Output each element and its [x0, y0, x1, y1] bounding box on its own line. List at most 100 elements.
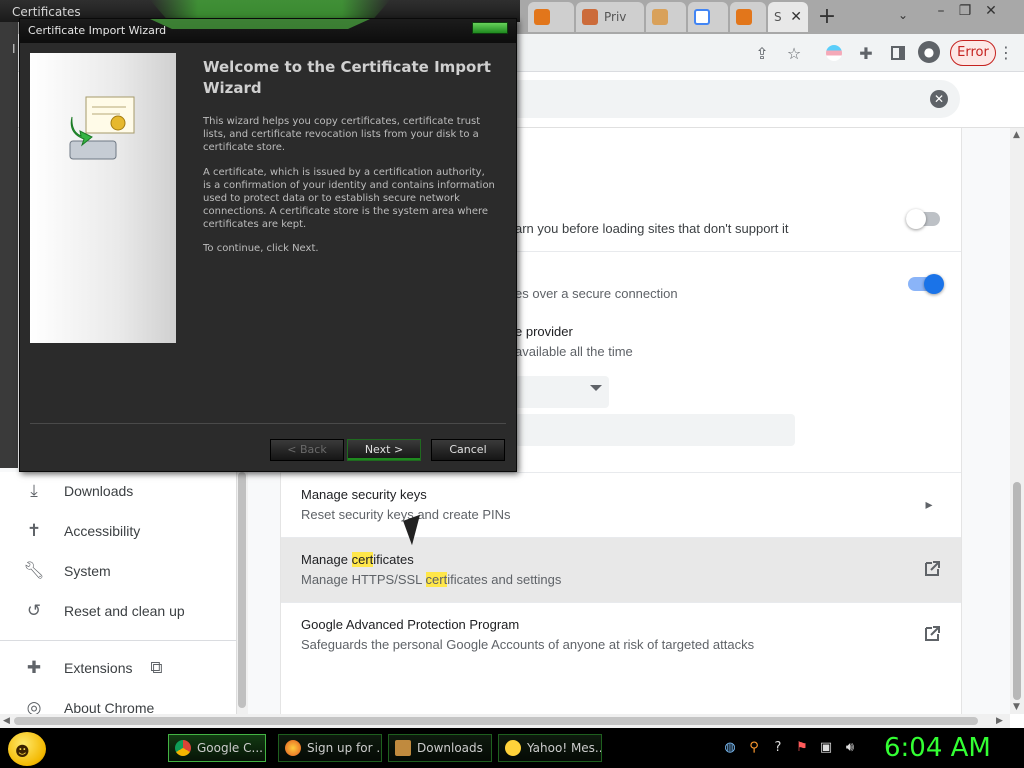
sidebar-item-system[interactable]: 🔧︎ System — [23, 559, 110, 583]
restore-icon: ↺ — [26, 601, 42, 620]
wizard-heading: Welcome to the Certificate Import Wizard — [203, 58, 491, 97]
secure-dns-toggle[interactable] — [908, 274, 944, 294]
secure-dns-description: es over a secure connection — [515, 286, 678, 301]
sidebar-divider — [0, 640, 236, 641]
taskbar-item-label: Google C... — [197, 741, 263, 755]
chevron-down-icon — [590, 385, 602, 391]
firefox-icon — [285, 740, 301, 756]
volume-icon[interactable]: 🔊︎ — [842, 740, 858, 756]
sidebar-item-label: Extensions — [64, 660, 133, 676]
taskbar-item-label: Sign up for ... — [307, 741, 382, 755]
sidebar-item-label: Reset and clean up — [64, 603, 185, 619]
tab-metamask-2[interactable] — [730, 2, 766, 32]
share-icon[interactable]: ⇪ — [752, 43, 772, 63]
taskbar-item-chrome[interactable]: Google C... — [168, 734, 266, 762]
toggle-knob — [924, 274, 944, 294]
scroll-left-icon[interactable]: ◀ — [3, 716, 10, 726]
wizard-divider — [30, 423, 506, 424]
download-icon: ⤓ — [30, 481, 38, 500]
tab-label: S — [774, 10, 782, 24]
page-scrollbar-thumb[interactable] — [1013, 482, 1021, 700]
wizard-side-image — [30, 53, 176, 343]
folder-icon — [395, 740, 411, 756]
title-text: Manage — [301, 552, 352, 567]
yahoo-messenger-icon — [505, 740, 521, 756]
taskbar-clock: 6:04 AM — [884, 733, 991, 763]
settings-search-input[interactable] — [500, 80, 960, 118]
taskbar-item-yahoo[interactable]: Yahoo! Mes... — [498, 734, 602, 762]
taskbar-item-firefox[interactable]: Sign up for ... — [278, 734, 382, 762]
next-button[interactable]: Next > — [347, 439, 421, 461]
dns-provider-description: available all the time — [515, 344, 633, 359]
more-menu-icon[interactable]: ⋮ — [998, 42, 1014, 64]
flag-extension-icon[interactable] — [824, 43, 844, 63]
certificate-import-wizard: Certificate Import Wizard Welcome to the… — [19, 18, 517, 472]
google-g-icon — [694, 9, 710, 25]
sidebar-item-label: Downloads — [64, 483, 134, 499]
smiley-icon: ☻ — [15, 744, 30, 760]
close-tab-icon[interactable]: ✕ — [790, 9, 802, 25]
dns-provider-select[interactable] — [515, 376, 609, 408]
row-subtitle: Manage HTTPS/SSL certificates and settin… — [301, 572, 561, 587]
sidebar-item-extensions[interactable]: ✚ Extensions ⧉ — [24, 656, 166, 680]
close-window-icon[interactable]: ✕ — [980, 2, 1002, 20]
custom-dns-input[interactable] — [515, 414, 795, 446]
open-in-new-icon — [925, 561, 940, 576]
wizard-title: Certificate Import Wizard — [28, 24, 167, 37]
network-globe-icon[interactable]: ◍ — [722, 740, 738, 756]
sidebar-item-downloads[interactable]: ⤓ Downloads — [24, 479, 133, 503]
row-subtitle: Safeguards the personal Google Accounts … — [301, 637, 755, 652]
manage-security-keys-row[interactable]: Manage security keys Reset security keys… — [281, 473, 961, 537]
horizontal-scrollbar-thumb[interactable] — [14, 717, 978, 725]
bookmark-star-icon[interactable]: ☆ — [784, 43, 804, 63]
tab-metamask[interactable] — [528, 2, 574, 32]
sidebar-item-reset[interactable]: ↺ Reset and clean up — [24, 599, 185, 623]
cancel-button[interactable]: Cancel — [431, 439, 505, 461]
chrome-icon — [175, 740, 191, 756]
metamask-fox-icon — [582, 9, 598, 25]
side-panel-icon[interactable] — [888, 43, 908, 63]
extension-icon — [652, 9, 668, 25]
display-icon[interactable]: ▣ — [818, 740, 834, 756]
certificates-window-label: I — [12, 42, 16, 56]
open-in-new-icon — [925, 626, 940, 641]
scroll-right-icon[interactable]: ▶ — [996, 716, 1003, 726]
scroll-up-icon[interactable]: ▲ — [1013, 130, 1020, 140]
title-text: ificates — [373, 552, 414, 567]
open-in-new-icon: ⧉ — [150, 658, 163, 677]
manage-certificates-row[interactable]: Manage certificates Manage HTTPS/SSL cer… — [281, 538, 961, 602]
minimize-icon[interactable]: – — [930, 2, 952, 20]
advanced-protection-row[interactable]: Google Advanced Protection Program Safeg… — [281, 603, 961, 667]
flag-icon[interactable]: ⚑ — [794, 740, 810, 756]
insecure-warning-toggle[interactable] — [906, 209, 940, 229]
sidebar-scrollbar-thumb[interactable] — [238, 472, 246, 708]
new-tab-button[interactable]: + — [816, 6, 838, 28]
help-icon[interactable]: ? — [770, 740, 786, 756]
profile-avatar-icon[interactable]: ● — [918, 41, 940, 63]
error-button[interactable]: Error — [950, 40, 996, 66]
wrench-icon: 🔧︎ — [23, 561, 45, 580]
wizard-paragraph: This wizard helps you copy certificates,… — [203, 116, 481, 153]
scroll-down-icon[interactable]: ▼ — [1013, 702, 1020, 712]
tab-extension[interactable] — [646, 2, 686, 32]
wizard-close-button[interactable] — [472, 22, 508, 34]
tab-settings[interactable]: S ✕ — [768, 2, 808, 32]
back-button[interactable]: < Back — [270, 439, 344, 461]
tab-google[interactable] — [688, 2, 728, 32]
restore-icon[interactable]: ❐ — [954, 2, 976, 20]
dns-provider-label: e provider — [515, 324, 573, 339]
extensions-puzzle-icon[interactable]: ✚ — [856, 43, 876, 63]
tab-search-chevron-icon[interactable]: ⌄ — [898, 8, 908, 22]
taskbar-item-downloads[interactable]: Downloads — [388, 734, 492, 762]
row-title: Google Advanced Protection Program — [301, 617, 520, 632]
search-icon[interactable]: ⚲ — [746, 740, 762, 756]
tab-privacy[interactable]: Priv — [576, 2, 644, 32]
toggle-knob — [906, 209, 926, 229]
taskbar-item-label: Downloads — [417, 741, 483, 755]
sidebar-item-accessibility[interactable]: ✝ Accessibility — [24, 519, 140, 543]
sidebar-item-label: Accessibility — [64, 523, 141, 539]
wizard-paragraph: A certificate, which is issued by a cert… — [203, 167, 495, 230]
clear-search-icon[interactable]: ✕ — [930, 90, 948, 108]
certificates-window-title: Certificates — [12, 5, 81, 19]
certificates-window-body — [0, 22, 18, 468]
